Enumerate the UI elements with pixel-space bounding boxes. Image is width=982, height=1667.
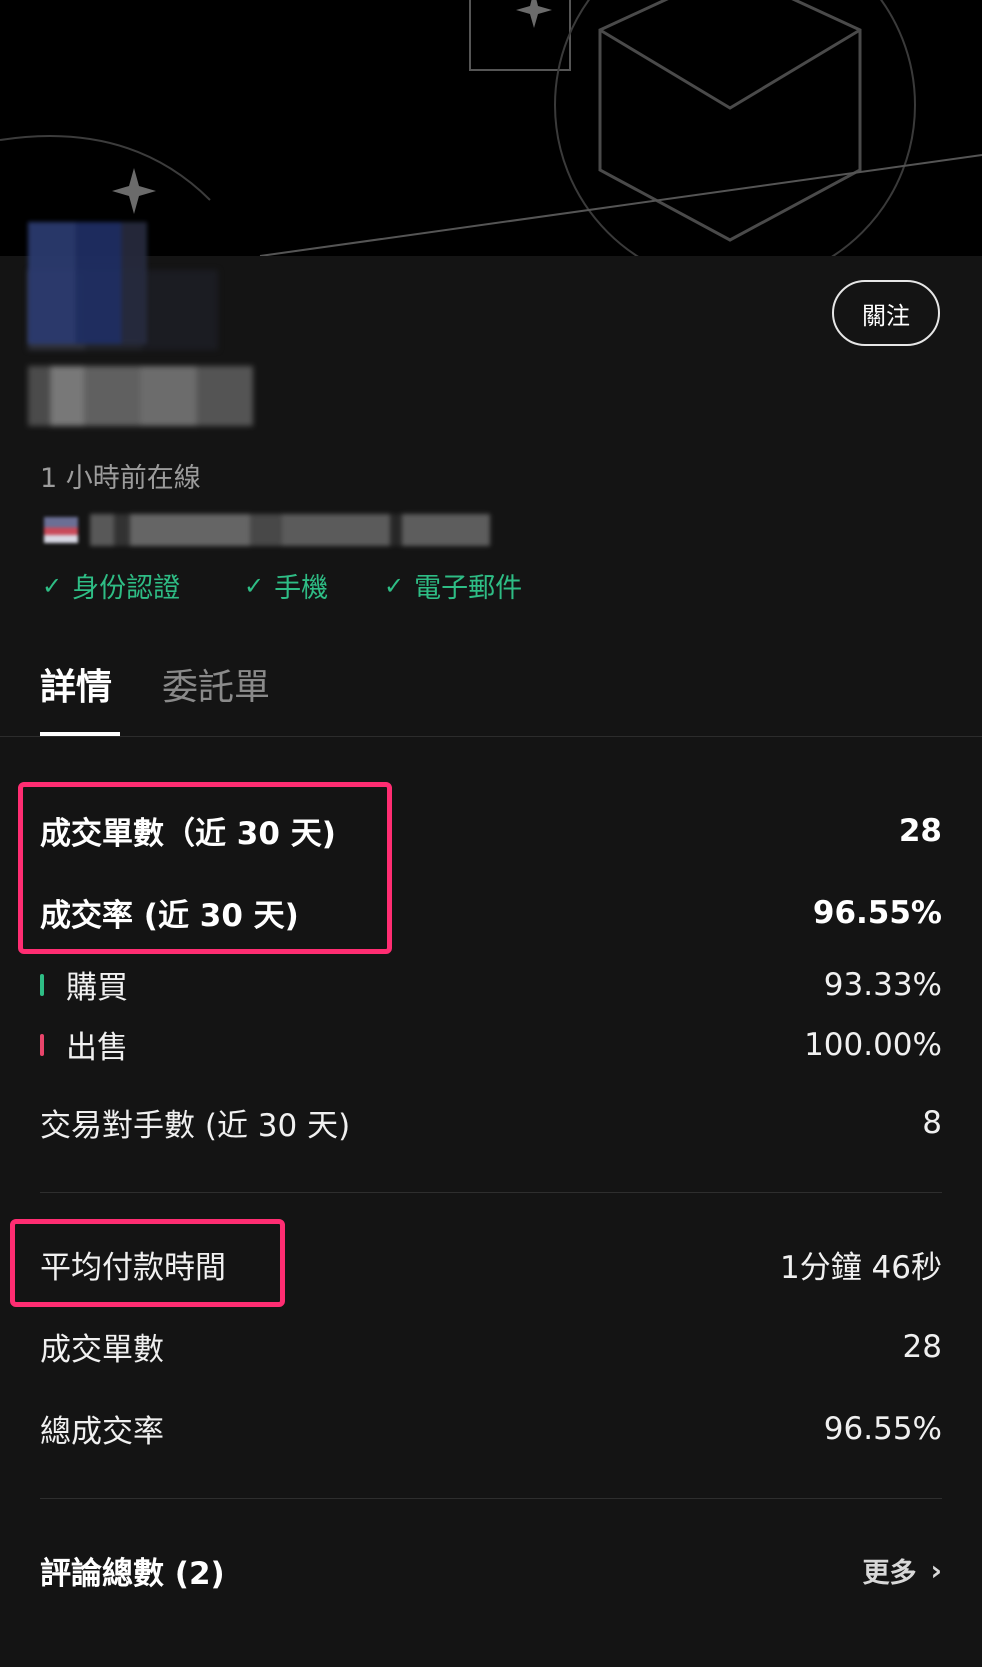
verification-label: 手機: [274, 573, 329, 604]
verification-label: 身份認證: [72, 573, 181, 604]
sell-indicator-icon: [40, 1033, 44, 1056]
stat-row-counterparties-30d: 交易對手數 (近 30 天) 8: [40, 1100, 942, 1145]
section-divider: [40, 1192, 942, 1193]
verification-identity: ✓ 身份認證: [42, 566, 180, 605]
buy-indicator-icon: [40, 973, 44, 996]
online-status: 1 小時前在線: [40, 463, 201, 494]
stat-value: 100.00%: [804, 1026, 942, 1063]
more-button[interactable]: 更多 ›: [862, 1551, 942, 1590]
stat-row-sell: 出售 100.00%: [40, 1022, 942, 1067]
check-icon: ✓: [384, 571, 405, 600]
chevron-right-icon: ›: [930, 1554, 942, 1587]
section-divider: [40, 1498, 942, 1499]
stat-value: 28: [898, 812, 942, 849]
stat-value: 96.55%: [812, 894, 942, 931]
stat-value: 96.55%: [823, 1410, 942, 1447]
reviews-label: 評論總數 (2): [40, 1556, 225, 1592]
stat-label: 交易對手數 (近 30 天): [40, 1108, 351, 1144]
verification-label: 電子郵件: [414, 573, 523, 604]
tab-details[interactable]: 詳情: [40, 658, 112, 710]
stat-label: 成交單數: [40, 1332, 164, 1368]
stat-value: 1分鐘 46秒: [779, 1250, 942, 1286]
user-id-redacted: [90, 514, 490, 546]
highlight-box: [18, 782, 392, 954]
tab-orders[interactable]: 委託單: [162, 658, 270, 710]
tab-divider: [0, 736, 982, 737]
username-redacted: [28, 366, 253, 426]
tab-bar: 詳情 委託單: [40, 658, 270, 710]
reviews-row[interactable]: 評論總數 (2) 更多 ›: [40, 1548, 942, 1593]
stat-value: 8: [922, 1104, 942, 1141]
stat-row-buy: 購買 93.33%: [40, 962, 942, 1007]
check-icon: ✓: [244, 571, 265, 600]
check-icon: ✓: [42, 571, 63, 600]
stat-label-wrap: 出售: [40, 1022, 128, 1067]
profile-banner: [0, 0, 982, 256]
banner-decoration: [0, 0, 982, 256]
stat-value: 28: [902, 1328, 942, 1365]
stat-label: 總成交率: [40, 1414, 164, 1450]
stat-row-total-completion: 總成交率 96.55%: [40, 1406, 942, 1451]
stat-value: 93.33%: [823, 966, 942, 1003]
avatar: [28, 222, 198, 344]
highlight-box: [10, 1219, 285, 1307]
stat-label: 購買: [66, 970, 128, 1006]
country-flag-icon: [44, 517, 78, 543]
verification-phone: ✓ 手機: [244, 566, 328, 605]
stat-label-wrap: 購買: [40, 962, 128, 1007]
follow-button[interactable]: 關注: [832, 280, 940, 346]
stat-label: 出售: [66, 1030, 128, 1066]
stat-row-total-orders: 成交單數 28: [40, 1324, 942, 1369]
more-label: 更多: [862, 1558, 917, 1589]
verification-email: ✓ 電子郵件: [384, 566, 522, 605]
